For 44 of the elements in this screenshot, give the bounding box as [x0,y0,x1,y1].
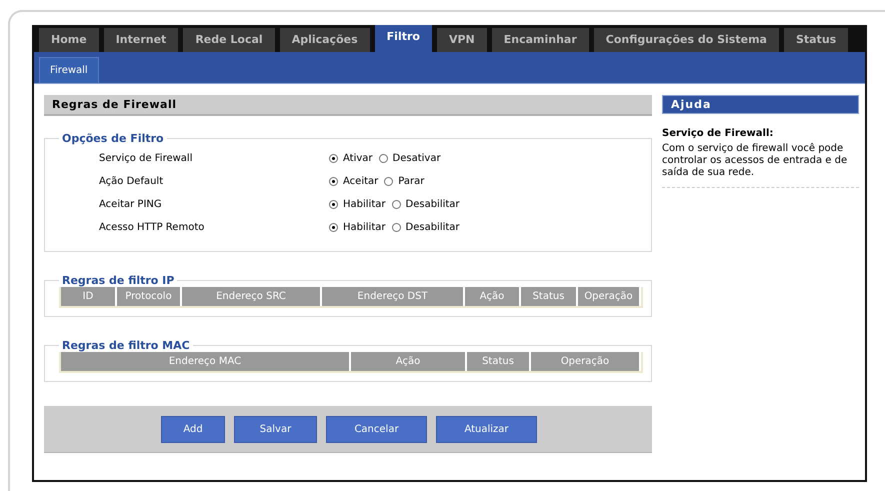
column-header: ID [61,287,117,306]
action-button[interactable]: Add [161,416,225,442]
nav-tab[interactable]: Rede Local [183,28,275,52]
option-label: Aceitar PING [98,199,163,210]
radio-button[interactable]: Habilitar [329,199,386,210]
group-legend: Regras de filtro MAC [59,339,193,352]
action-button[interactable]: Atualizar [436,416,537,442]
nav-tab[interactable]: VPN [436,28,487,52]
nav-tab[interactable]: Filtro [374,25,432,52]
column-header: Status [467,352,531,371]
radio-button[interactable]: Desabilitar [392,222,460,233]
nav-tab[interactable]: Internet [104,28,178,52]
column-header: Endereço SRC [182,287,322,306]
action-button[interactable]: Cancelar [326,416,427,442]
group-legend: Regras de filtro IP [59,274,178,287]
radio-button[interactable]: Habilitar [329,222,386,233]
radio-button[interactable]: Aceitar [329,176,378,187]
column-header: Operação [531,352,641,371]
option-label: Ação Default [98,176,164,187]
radio-button[interactable]: Desabilitar [392,199,460,210]
group-legend: Opções de Filtro [59,132,167,145]
nav-tab[interactable]: Encaminhar [492,28,589,52]
help-title: Ajuda [662,95,859,114]
nav-tab[interactable]: Aplicações [280,28,370,52]
radio-button[interactable]: Desativar [378,153,441,164]
option-label: Serviço de Firewall [98,153,194,164]
column-header: Ação [351,352,467,371]
nav-tab[interactable]: Status [784,28,848,52]
panel-title: Regras de Firewall [44,95,652,116]
nav-tab[interactable]: Configurações do Sistema [594,28,779,52]
column-header: Operação [578,287,641,306]
radio-button[interactable]: Ativar [329,153,373,164]
radio-button[interactable]: Parar [384,176,424,187]
option-label: Acesso HTTP Remoto [98,222,206,233]
help-heading: Serviço de Firewall: [662,128,774,139]
nav-tab[interactable]: Home [39,28,99,52]
subnav-tab[interactable]: Firewall [39,57,99,83]
column-header: Ação [465,287,521,306]
column-header: Endereço DST [322,287,465,306]
column-header: Status [521,287,578,306]
action-button[interactable]: Salvar [234,416,317,442]
column-header: Endereço MAC [61,352,351,371]
column-header: Protocolo [117,287,182,306]
help-text: Com o serviço de firewall você pode controlar os acessos de entrada e de saída de sua rede. [662,143,859,188]
